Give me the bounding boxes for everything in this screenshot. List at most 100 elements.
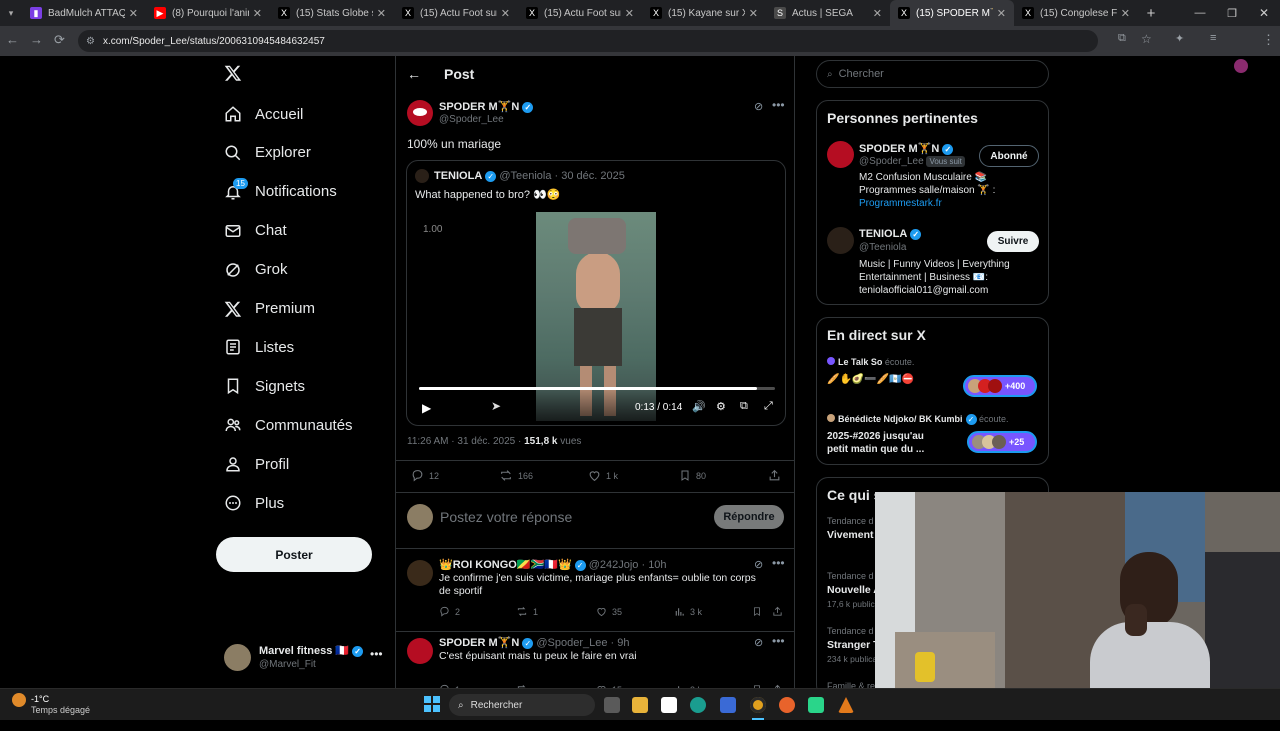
- person-name[interactable]: TENIOLA ✓: [859, 228, 922, 240]
- nav-item-plus[interactable]: Plus: [222, 488, 284, 518]
- edge-icon[interactable]: [690, 697, 706, 713]
- live-host[interactable]: Le Talk So écoute.: [827, 357, 914, 367]
- author-handle[interactable]: @Spoder_Lee: [439, 114, 504, 125]
- browser-tab[interactable]: X (15) Congolese Foot… ✕: [1014, 0, 1138, 26]
- account-switcher[interactable]: Marvel fitness 🇫🇷 ✓ @Marvel_Fit •••: [224, 643, 394, 673]
- nav-item-grok[interactable]: Grok: [222, 255, 288, 285]
- tab-close-icon[interactable]: ✕: [501, 7, 510, 20]
- nav-item-communautés[interactable]: Communautés: [222, 410, 353, 440]
- bookmark-action[interactable]: 80: [679, 469, 706, 482]
- nav-item-profil[interactable]: Profil: [222, 449, 289, 479]
- taskbar-search[interactable]: ⌕ Rechercher: [449, 694, 595, 716]
- more-dots-icon[interactable]: •••: [772, 634, 785, 648]
- tab-list-chevron-icon[interactable]: ▾: [0, 8, 22, 19]
- store-icon[interactable]: [720, 697, 736, 713]
- tab-close-icon[interactable]: ✕: [997, 7, 1006, 20]
- reply-author[interactable]: SPODER M🏋N: [439, 637, 519, 649]
- reply-submit-button[interactable]: Répondre: [714, 505, 784, 529]
- more-dots-icon[interactable]: •••: [772, 98, 785, 112]
- grok-icon[interactable]: ⊘: [754, 100, 763, 113]
- video-progress-track[interactable]: [419, 387, 775, 390]
- file-explorer-icon[interactable]: [632, 697, 648, 713]
- browser-menu-icon[interactable]: ⋮: [1262, 32, 1275, 48]
- app-icon[interactable]: [808, 697, 824, 713]
- person-name[interactable]: SPODER M🏋N ✓: [859, 142, 954, 155]
- weather-temp[interactable]: -1°C: [31, 694, 49, 704]
- back-arrow-icon[interactable]: ←: [407, 66, 421, 82]
- install-icon[interactable]: ⧉: [1118, 32, 1126, 45]
- site-info-icon[interactable]: ⚙: [86, 36, 95, 47]
- browser-tab[interactable]: X (15) Actu Foot sur X ✕: [518, 0, 642, 26]
- browser-tab[interactable]: X (15) Kayane sur X : "C… ✕: [642, 0, 766, 26]
- reply-author[interactable]: 👑ROI KONGO🇨🇬🇿🇦🇫🇷👑: [439, 559, 572, 571]
- chrome-icon[interactable]: [750, 697, 766, 713]
- nav-item-listes[interactable]: Listes: [222, 332, 294, 362]
- x-logo-icon[interactable]: [224, 64, 242, 85]
- browser-tab[interactable]: X (15) SPODER M🏋N ✕: [890, 0, 1014, 26]
- nav-item-explorer[interactable]: Explorer: [222, 138, 311, 168]
- browser-tab[interactable]: S Actus | SEGA ✕: [766, 0, 890, 26]
- tab-close-icon[interactable]: ✕: [873, 7, 882, 20]
- nav-item-notifications[interactable]: 15 Notifications: [222, 177, 337, 207]
- firefox-icon[interactable]: [779, 697, 795, 713]
- search-input[interactable]: ⌕ Chercher: [816, 60, 1049, 88]
- reply-avatar[interactable]: [407, 638, 433, 664]
- bookmark-star-icon[interactable]: ☆: [1141, 32, 1152, 46]
- bookmark-icon[interactable]: [752, 606, 767, 617]
- settings-gear-icon[interactable]: ⚙: [716, 400, 726, 413]
- author-avatar[interactable]: [407, 100, 433, 126]
- profile-avatar[interactable]: [1234, 59, 1248, 73]
- grok-icon[interactable]: ⊘: [754, 558, 763, 571]
- minimize-button[interactable]: —: [1184, 7, 1216, 19]
- live-host[interactable]: Bénédicte Ndjoko/ BK Kumbi ✓ écoute.: [827, 414, 1009, 426]
- back-button[interactable]: ←: [6, 32, 19, 47]
- close-window-button[interactable]: ✕: [1248, 6, 1280, 20]
- person-link[interactable]: Programmestark.fr: [859, 198, 942, 209]
- restore-button[interactable]: ❐: [1216, 7, 1248, 20]
- reply-input[interactable]: Postez votre réponse: [440, 509, 572, 525]
- follow-button[interactable]: Suivre: [987, 231, 1039, 252]
- start-windows-icon[interactable]: [424, 696, 440, 712]
- weather-icon[interactable]: [12, 693, 26, 707]
- tab-close-icon[interactable]: ✕: [377, 7, 386, 20]
- following-button[interactable]: Abonné: [979, 145, 1039, 167]
- like-action[interactable]: 1 k: [588, 469, 618, 482]
- pip-icon[interactable]: ⧉: [740, 400, 748, 413]
- author-name[interactable]: SPODER M🏋N ✓: [439, 100, 534, 113]
- reply-action[interactable]: 12: [411, 469, 439, 482]
- tab-close-icon[interactable]: ✕: [253, 7, 262, 20]
- repost-action[interactable]: 166: [499, 469, 533, 482]
- reply-action[interactable]: 2: [439, 606, 460, 617]
- repost-action[interactable]: 1: [516, 606, 538, 617]
- nav-item-signets[interactable]: Signets: [222, 371, 305, 401]
- tab-close-icon[interactable]: ✕: [625, 7, 634, 20]
- fullscreen-icon[interactable]: ⤢: [764, 400, 773, 413]
- reply-post[interactable]: 👑ROI KONGO🇨🇬🇿🇦🇫🇷👑 ✓ @242Jojo · 10h ⊘ ••• Je …: [396, 554, 794, 632]
- reading-list-icon[interactable]: ≡: [1210, 32, 1216, 44]
- grok-icon[interactable]: ⊘: [754, 636, 763, 649]
- browser-tab[interactable]: ▮ BadMulch ATTAQUÉ ✕: [22, 0, 146, 26]
- share-icon[interactable]: [768, 469, 786, 482]
- nav-item-accueil[interactable]: Accueil: [222, 99, 303, 129]
- more-dots-icon[interactable]: •••: [772, 556, 785, 570]
- address-bar[interactable]: ⚙ x.com/Spoder_Lee/status/20063109454846…: [78, 30, 1098, 52]
- live-title[interactable]: 2025-#2026 jusqu'au petit matin que du .…: [827, 430, 942, 456]
- share-icon[interactable]: [772, 606, 788, 617]
- task-view-icon[interactable]: [604, 697, 620, 713]
- person-avatar[interactable]: [827, 227, 854, 254]
- browser-tab[interactable]: X (15) Stats Globe sur X ✕: [270, 0, 394, 26]
- tab-close-icon[interactable]: ✕: [1121, 7, 1130, 20]
- live-listeners[interactable]: +400: [963, 375, 1037, 397]
- post-button[interactable]: Poster: [216, 537, 372, 572]
- person-avatar[interactable]: [827, 141, 854, 168]
- live-title[interactable]: 🥖✋🥑➖🥖🇬🇹⛔: [827, 374, 914, 385]
- new-tab-button[interactable]: +: [1138, 5, 1164, 22]
- weather-desc[interactable]: Temps dégagé: [31, 705, 90, 715]
- browser-tab[interactable]: X (15) Actu Foot sur X ✕: [394, 0, 518, 26]
- forward-button[interactable]: →: [30, 32, 43, 47]
- like-action[interactable]: 35: [596, 606, 622, 617]
- extensions-icon[interactable]: ✦: [1175, 32, 1184, 45]
- nav-item-premium[interactable]: Premium: [222, 294, 315, 324]
- notepad-icon[interactable]: [661, 697, 677, 713]
- live-listeners[interactable]: +25: [967, 431, 1037, 453]
